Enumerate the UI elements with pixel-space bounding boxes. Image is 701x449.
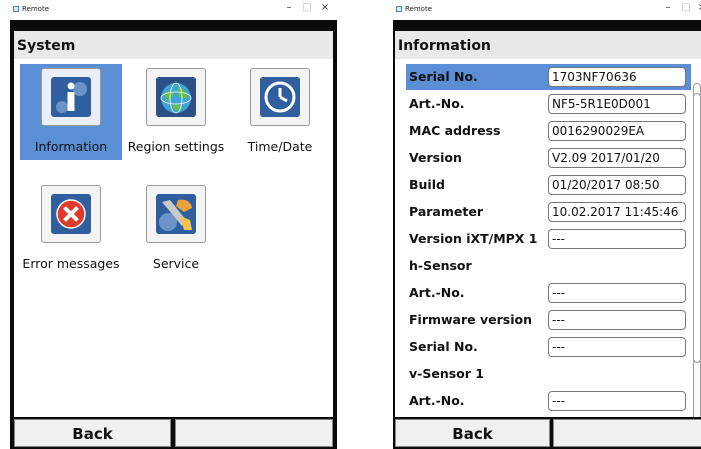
info-row-value: --- bbox=[548, 391, 686, 411]
info-row-value: 01/20/2017 08:50 bbox=[548, 175, 686, 195]
service-tools-icon bbox=[156, 194, 196, 234]
right-softkey-button[interactable] bbox=[553, 419, 701, 447]
section-header-label: h-Sensor bbox=[409, 258, 472, 273]
info-row-value: --- bbox=[548, 283, 686, 303]
info-row-label: Version iXT/MPX 1 bbox=[409, 231, 538, 246]
info-row-label: Build bbox=[409, 177, 445, 192]
info-row-value: NF5-5R1E0D001 bbox=[548, 94, 686, 114]
info-row[interactable]: Parameter 10.02.2017 11:45:46 bbox=[395, 199, 695, 225]
info-row-label: Firmware version bbox=[409, 312, 532, 327]
close-button[interactable]: × bbox=[318, 2, 332, 13]
error-icon-box bbox=[41, 185, 101, 243]
information-icon bbox=[51, 77, 91, 117]
info-row-value: --- bbox=[548, 337, 686, 357]
section-header-h-sensor: h-Sensor bbox=[395, 253, 695, 279]
clock-icon bbox=[260, 77, 300, 117]
app-icon bbox=[13, 6, 19, 12]
window-title: Remote bbox=[22, 5, 50, 13]
info-row-label: Art.-No. bbox=[409, 96, 465, 111]
info-row[interactable]: Serial No. 1703NF70636 bbox=[395, 64, 695, 90]
info-row-value: --- bbox=[548, 229, 686, 249]
globe-icon-box bbox=[146, 68, 206, 126]
info-row-value: 1703NF70636 bbox=[548, 67, 686, 87]
page-title: System bbox=[14, 31, 333, 59]
clock-icon-box bbox=[250, 68, 310, 126]
info-row[interactable]: Art.-No. --- bbox=[395, 280, 695, 306]
globe-icon bbox=[156, 77, 196, 117]
info-row-label: Parameter bbox=[409, 204, 483, 219]
service-label: Service bbox=[152, 256, 200, 271]
right-remote-window: Remote – □ × Information Serial No. 1703… bbox=[393, 0, 701, 449]
right-softkey-button[interactable] bbox=[175, 419, 333, 447]
maximize-button[interactable]: □ bbox=[300, 2, 314, 13]
info-row-label: Version bbox=[409, 150, 462, 165]
back-button[interactable]: Back bbox=[14, 419, 171, 447]
minimize-button[interactable]: – bbox=[661, 2, 675, 13]
maximize-button[interactable]: □ bbox=[679, 2, 693, 13]
window-title: Remote bbox=[405, 5, 433, 13]
device-screen: Information Serial No. 1703NF70636 Art.-… bbox=[395, 31, 701, 449]
info-row[interactable]: Art.-No. --- bbox=[395, 388, 695, 414]
left-footer-bar: Back bbox=[14, 417, 333, 449]
device-screen: System Information Region settings Time/… bbox=[14, 31, 333, 449]
left-remote-window: Remote – □ × System Information Region s… bbox=[10, 0, 337, 449]
information-label: Information bbox=[34, 139, 108, 154]
info-row[interactable]: Version iXT/MPX 1 --- bbox=[395, 226, 695, 252]
info-row-value: V2.09 2017/01/20 bbox=[548, 148, 686, 168]
info-row[interactable]: Firmware version --- bbox=[395, 307, 695, 333]
info-row-value: --- bbox=[548, 310, 686, 330]
error-messages-label: Error messages bbox=[22, 256, 120, 271]
time-date-tile[interactable]: Time/Date bbox=[229, 64, 331, 160]
info-row-label: Serial No. bbox=[409, 69, 478, 84]
region-settings-tile[interactable]: Region settings bbox=[125, 64, 227, 160]
info-row-label: Serial No. bbox=[409, 339, 478, 354]
info-row[interactable]: Build 01/20/2017 08:50 bbox=[395, 172, 695, 198]
service-icon-box bbox=[146, 185, 206, 243]
info-row[interactable]: MAC address 0016290029EA bbox=[395, 118, 695, 144]
info-row-label: MAC address bbox=[409, 123, 501, 138]
page-title: Information bbox=[395, 31, 701, 59]
left-window-titlebar: Remote – □ × bbox=[10, 0, 337, 20]
time-date-label: Time/Date bbox=[247, 139, 313, 154]
right-footer-bar: Back bbox=[395, 417, 701, 449]
device-bezel: Information Serial No. 1703NF70636 Art.-… bbox=[393, 20, 701, 449]
error-icon bbox=[51, 194, 91, 234]
info-row-label: Art.-No. bbox=[409, 285, 465, 300]
info-row-label: Art.-No. bbox=[409, 393, 465, 408]
section-header-label: v-Sensor 1 bbox=[409, 366, 484, 381]
device-bezel: System Information Region settings Time/… bbox=[10, 20, 337, 449]
info-row[interactable]: Art.-No. NF5-5R1E0D001 bbox=[395, 91, 695, 117]
info-row-value: 0016290029EA bbox=[548, 121, 686, 141]
info-row[interactable]: Serial No. --- bbox=[395, 334, 695, 360]
info-row-value: 10.02.2017 11:45:46 bbox=[548, 202, 686, 222]
app-icon bbox=[396, 6, 402, 12]
region-settings-label: Region settings bbox=[127, 139, 225, 154]
close-button[interactable]: × bbox=[695, 2, 701, 13]
information-tile[interactable]: Information bbox=[20, 64, 122, 160]
back-button[interactable]: Back bbox=[395, 419, 550, 447]
section-header-v-sensor: v-Sensor 1 bbox=[395, 361, 695, 387]
information-icon-box bbox=[41, 68, 101, 126]
minimize-button[interactable]: – bbox=[282, 2, 296, 13]
right-window-titlebar: Remote – □ × bbox=[393, 0, 701, 20]
service-tile[interactable]: Service bbox=[125, 181, 227, 277]
info-row[interactable]: Version V2.09 2017/01/20 bbox=[395, 145, 695, 171]
error-messages-tile[interactable]: Error messages bbox=[20, 181, 122, 277]
